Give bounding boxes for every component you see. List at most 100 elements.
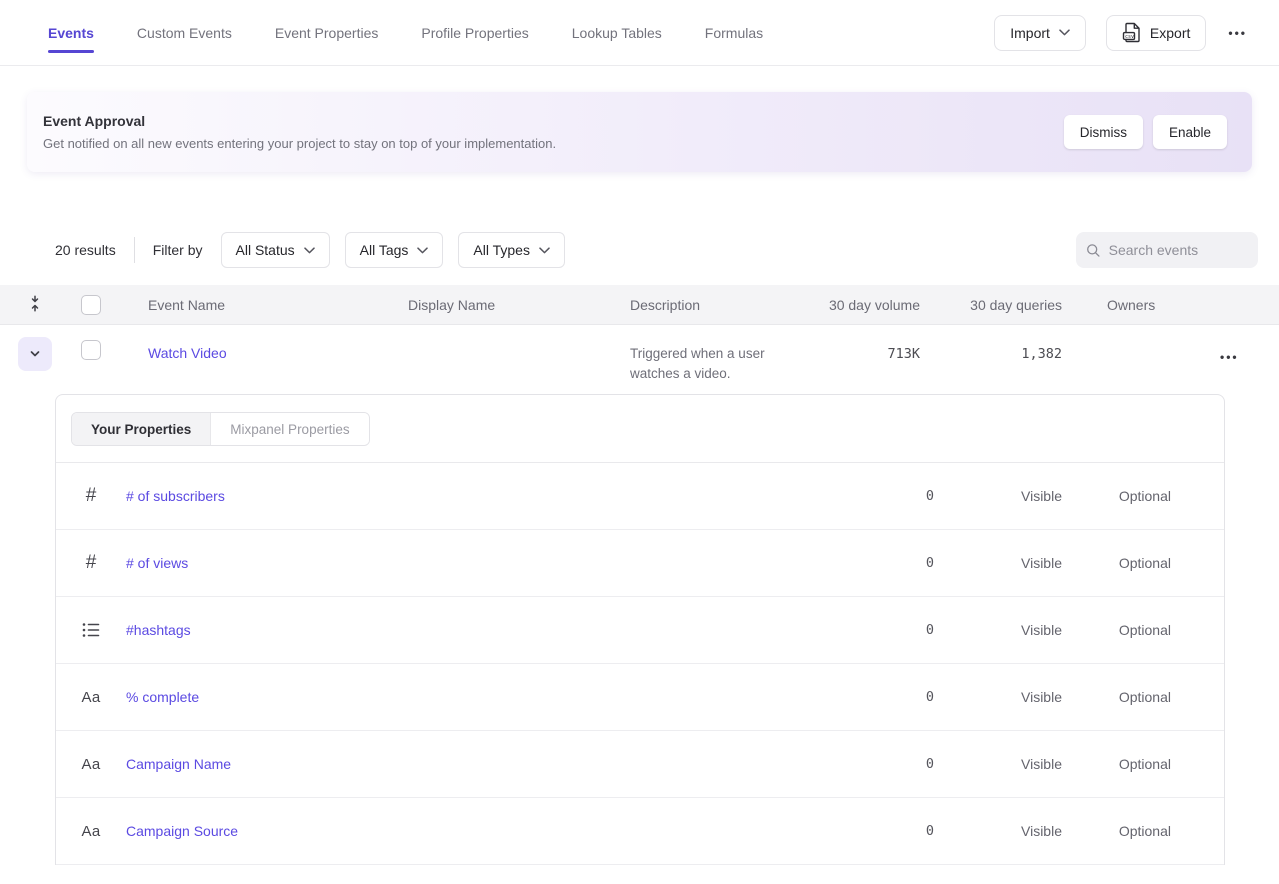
dismiss-button[interactable]: Dismiss	[1064, 115, 1143, 149]
property-name-link[interactable]: #hashtags	[126, 622, 874, 638]
ellipsis-icon: •••	[1220, 350, 1239, 364]
row-checkbox[interactable]	[81, 340, 101, 360]
number-type-icon: #	[56, 485, 126, 507]
property-row: Aa % complete 0 Visible Optional	[56, 664, 1224, 731]
chevron-down-icon	[417, 247, 428, 254]
collapse-rows-icon	[27, 295, 43, 312]
csv-file-icon: csv	[1122, 22, 1141, 43]
chevron-down-icon	[539, 247, 550, 254]
property-name-link[interactable]: % complete	[126, 689, 874, 705]
text-type-icon: Aa	[56, 689, 126, 706]
tab-lookup-tables[interactable]: Lookup Tables	[572, 0, 662, 66]
vertical-divider	[134, 237, 135, 263]
tags-filter-dropdown[interactable]: All Tags	[345, 232, 444, 268]
column-header-description: Description	[630, 297, 820, 313]
chevron-down-icon	[28, 347, 42, 361]
property-requirement: Optional	[1062, 756, 1171, 772]
more-menu-button[interactable]: •••	[1226, 21, 1249, 44]
tab-events-label: Events	[48, 25, 94, 41]
tab-event-properties[interactable]: Event Properties	[275, 0, 379, 66]
property-volume: 0	[874, 823, 934, 839]
tab-events[interactable]: Events	[48, 0, 94, 66]
property-visibility: Visible	[934, 756, 1062, 772]
property-row: # # of subscribers 0 Visible Optional	[56, 463, 1224, 530]
select-all-checkbox[interactable]	[81, 295, 101, 315]
import-button[interactable]: Import	[994, 15, 1086, 51]
top-nav: Events Custom Events Event Properties Pr…	[0, 0, 1279, 66]
events-table-header: Event Name Display Name Description 30 d…	[0, 285, 1279, 325]
collapse-row-button[interactable]	[18, 337, 52, 371]
tab-your-properties[interactable]: Your Properties	[72, 413, 210, 445]
enable-button[interactable]: Enable	[1153, 115, 1227, 149]
property-row: Aa Campaign Name 0 Visible Optional	[56, 731, 1224, 798]
column-header-display-name: Display Name	[408, 297, 630, 313]
column-header-volume: 30 day volume	[820, 297, 920, 313]
property-volume: 0	[874, 689, 934, 705]
import-button-label: Import	[1010, 25, 1050, 41]
property-volume: 0	[874, 756, 934, 772]
tab-mixpanel-properties[interactable]: Mixpanel Properties	[210, 413, 368, 445]
text-type-icon: Aa	[56, 823, 126, 840]
property-requirement: Optional	[1062, 689, 1171, 705]
banner-actions: Dismiss Enable	[1064, 115, 1227, 149]
event-row-watch-video: Watch Video Triggered when a user watche…	[0, 325, 1279, 384]
property-volume: 0	[874, 488, 934, 504]
property-visibility: Visible	[934, 823, 1062, 839]
event-approval-banner: Event Approval Get notified on all new e…	[27, 92, 1252, 172]
property-visibility: Visible	[934, 555, 1062, 571]
search-input[interactable]	[1109, 242, 1248, 258]
event-volume-value: 713K	[820, 346, 920, 362]
banner-title: Event Approval	[43, 113, 556, 129]
property-row: #hashtags 0 Visible Optional	[56, 597, 1224, 664]
column-header-owners: Owners	[1062, 297, 1196, 313]
tab-custom-events[interactable]: Custom Events	[137, 0, 232, 66]
banner-description: Get notified on all new events entering …	[43, 136, 556, 151]
banner-text: Event Approval Get notified on all new e…	[43, 113, 556, 151]
property-row: Aa Campaign Source 0 Visible Optional	[56, 798, 1224, 865]
top-nav-actions: Import csv Export •••	[994, 15, 1249, 51]
search-box	[1076, 232, 1258, 268]
text-type-icon: Aa	[56, 756, 126, 773]
collapse-all-button[interactable]	[25, 291, 45, 319]
list-type-icon	[56, 622, 126, 638]
event-name-link[interactable]: Watch Video	[148, 345, 227, 361]
property-volume: 0	[874, 622, 934, 638]
event-description: Triggered when a user watches a video.	[630, 344, 820, 384]
search-icon	[1086, 242, 1101, 259]
property-name-link[interactable]: # of subscribers	[126, 488, 874, 504]
tab-profile-properties[interactable]: Profile Properties	[421, 0, 528, 66]
property-volume: 0	[874, 555, 934, 571]
column-header-event-name: Event Name	[128, 297, 408, 313]
number-type-icon: #	[56, 552, 126, 574]
property-name-link[interactable]: Campaign Source	[126, 823, 874, 839]
properties-segmented-control: Your Properties Mixpanel Properties	[71, 412, 370, 446]
results-count: 20 results	[55, 242, 116, 258]
event-properties-panel: Your Properties Mixpanel Properties # # …	[55, 394, 1225, 865]
status-filter-dropdown[interactable]: All Status	[221, 232, 330, 268]
filter-by-label: Filter by	[153, 242, 203, 258]
types-filter-dropdown[interactable]: All Types	[458, 232, 565, 268]
filter-bar: 20 results Filter by All Status All Tags…	[55, 232, 1258, 268]
row-more-menu-button[interactable]: •••	[1218, 345, 1241, 368]
properties-list: # # of subscribers 0 Visible Optional # …	[56, 462, 1224, 865]
tab-formulas[interactable]: Formulas	[705, 0, 763, 66]
properties-tabbar: Your Properties Mixpanel Properties	[56, 395, 1224, 462]
lexicon-tabs: Events Custom Events Event Properties Pr…	[48, 0, 763, 66]
property-row: # # of views 0 Visible Optional	[56, 530, 1224, 597]
property-visibility: Visible	[934, 622, 1062, 638]
property-requirement: Optional	[1062, 823, 1171, 839]
property-name-link[interactable]: # of views	[126, 555, 874, 571]
svg-text:csv: csv	[1125, 34, 1134, 40]
export-button-label: Export	[1150, 25, 1190, 41]
chevron-down-icon	[1059, 29, 1070, 36]
chevron-down-icon	[304, 247, 315, 254]
property-requirement: Optional	[1062, 622, 1171, 638]
property-name-link[interactable]: Campaign Name	[126, 756, 874, 772]
active-tab-underline	[48, 50, 94, 53]
property-visibility: Visible	[934, 488, 1062, 504]
export-button[interactable]: csv Export	[1106, 15, 1206, 51]
property-requirement: Optional	[1062, 488, 1171, 504]
property-requirement: Optional	[1062, 555, 1171, 571]
column-header-queries: 30 day queries	[920, 297, 1062, 313]
ellipsis-icon: •••	[1228, 26, 1247, 40]
